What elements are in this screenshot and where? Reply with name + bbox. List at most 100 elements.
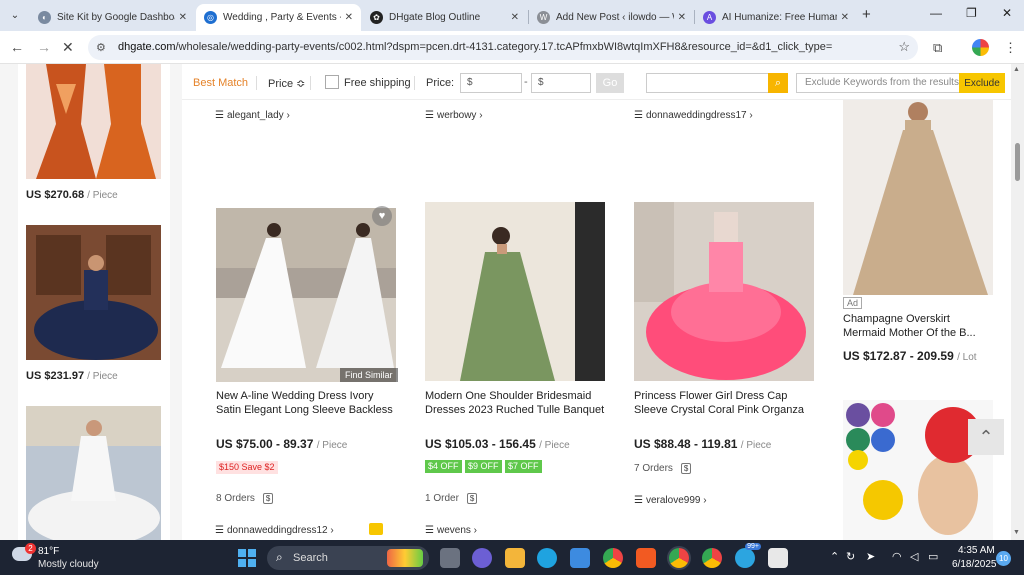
- product-title[interactable]: Princess Flower Girl Dress Cap Sleeve Cr…: [634, 389, 819, 417]
- chrome-icon[interactable]: [603, 548, 623, 568]
- product-thumbnail-navy-quinceanera[interactable]: [26, 225, 161, 360]
- taskbar-search[interactable]: ⌕ Search: [267, 546, 429, 570]
- exclude-button[interactable]: Exclude: [959, 73, 1005, 93]
- file-explorer-icon[interactable]: [505, 548, 525, 568]
- new-tab-button[interactable]: +: [862, 6, 871, 23]
- tab-dhgate[interactable]: ◎ Wedding , Party & Events - D ✕: [196, 4, 361, 31]
- product-thumbnail-white-ballgown[interactable]: [26, 406, 161, 540]
- notepad-icon[interactable]: [768, 548, 788, 568]
- ad-badge: Ad: [843, 297, 863, 309]
- sitekit-icon: ◐: [38, 11, 51, 24]
- battery-icon[interactable]: ▭: [928, 550, 938, 563]
- sync-icon[interactable]: ↻: [846, 550, 855, 563]
- store-link[interactable]: ☰ donnaweddingdress17 ›: [634, 110, 753, 121]
- store-name: donnaweddingdress12: [226, 525, 328, 536]
- clock-date: 6/18/2025: [952, 559, 997, 570]
- wifi-icon[interactable]: ◠: [892, 550, 902, 563]
- telegram-icon[interactable]: 99+: [735, 543, 761, 568]
- task-view-icon[interactable]: [440, 548, 460, 568]
- ad-title[interactable]: Champagne Overskirt Mermaid Mother Of th…: [843, 312, 993, 340]
- close-icon[interactable]: ✕: [678, 12, 686, 23]
- product-title[interactable]: Modern One Shoulder Bridesmaid Dresses 2…: [425, 389, 610, 417]
- store-link[interactable]: ☰ werbowy ›: [425, 110, 483, 121]
- free-shipping-label: Free shipping: [344, 77, 411, 89]
- product-thumbnail-orange-gown[interactable]: [26, 64, 161, 179]
- product-image-pink-flower-girl[interactable]: [634, 202, 814, 381]
- restore-button[interactable]: ❐: [966, 6, 977, 20]
- close-window-button[interactable]: ✕: [1002, 6, 1012, 20]
- best-match-sort[interactable]: Best Match: [193, 77, 248, 89]
- tab-chatgpt[interactable]: ✿ DHgate Blog Outline ✕: [362, 4, 527, 31]
- minimize-button[interactable]: —: [930, 6, 942, 20]
- product-title[interactable]: New A-line Wedding Dress Ivory Satin Ele…: [216, 389, 396, 417]
- chevron-right-icon: ›: [286, 110, 290, 121]
- url-path: /wholesale/wedding-party-events/c002.htm…: [175, 41, 833, 53]
- store-link[interactable]: ☰ donnaweddingdress12 ›: [215, 525, 334, 536]
- keyword-search-input[interactable]: [646, 73, 770, 93]
- profile-avatar[interactable]: [972, 39, 989, 56]
- page-scrollbar[interactable]: [1011, 64, 1024, 540]
- clock-time[interactable]: 4:35 AM: [958, 545, 995, 556]
- store-link[interactable]: ☰ veralove999 ›: [634, 495, 707, 506]
- weather-temp[interactable]: 81°F: [38, 546, 59, 557]
- search-icon[interactable]: ⌕: [768, 73, 788, 93]
- ad-image-champagne-gown[interactable]: [843, 100, 993, 295]
- coupon-tag[interactable]: $4 OFF: [425, 460, 462, 473]
- close-icon[interactable]: ✕: [345, 12, 353, 23]
- chrome-active-icon[interactable]: [669, 548, 689, 568]
- edge-icon[interactable]: [537, 548, 557, 568]
- chat-icon[interactable]: [369, 523, 383, 535]
- scroll-down-arrow-icon[interactable]: ▼: [1013, 529, 1020, 536]
- close-icon[interactable]: ✕: [511, 12, 519, 23]
- product-price: US $75.00 - 89.37 / Piece: [216, 437, 348, 451]
- store-link[interactable]: ☰ wevens ›: [425, 525, 477, 536]
- price-sort[interactable]: Price ≎: [268, 77, 305, 90]
- tab-search-button[interactable]: ⌄: [4, 4, 26, 26]
- brave-icon[interactable]: [636, 548, 656, 568]
- product-image-aline-wedding[interactable]: [216, 208, 396, 382]
- wishlist-heart-icon[interactable]: ♥: [372, 206, 392, 226]
- coupon-tag[interactable]: $7 OFF: [505, 460, 542, 473]
- product-image-green-bridesmaid[interactable]: [425, 202, 605, 381]
- notification-badge[interactable]: 10: [996, 551, 1011, 566]
- sort-arrows-icon: ≎: [296, 78, 306, 90]
- coupon-tag[interactable]: $9 OFF: [465, 460, 502, 473]
- order-count: 7 Orders $: [634, 463, 692, 474]
- menu-kebab-icon[interactable]: ⋮: [1004, 40, 1017, 56]
- price-go-button[interactable]: Go: [596, 73, 624, 93]
- exclude-keywords-input[interactable]: Exclude Keywords from the results: [796, 73, 960, 93]
- dollar-badge-icon: $: [262, 493, 274, 504]
- back-to-top-button[interactable]: ⌃: [968, 419, 1004, 455]
- find-similar-button[interactable]: Find Similar: [340, 368, 398, 382]
- store-link[interactable]: ☰ alegant_lady ›: [215, 110, 290, 121]
- page-content: US $270.68 / Piece US $231.97 / Piece Be…: [0, 64, 1024, 540]
- scroll-up-arrow-icon[interactable]: ▲: [1013, 66, 1020, 73]
- max-price-input[interactable]: $: [531, 73, 591, 93]
- teams-icon[interactable]: [472, 548, 492, 568]
- extensions-icon[interactable]: ⧉: [933, 40, 942, 56]
- close-icon[interactable]: ✕: [841, 12, 849, 23]
- store-icon: ☰: [425, 525, 434, 536]
- search-highlight-icon: [387, 549, 423, 567]
- windows-start-icon[interactable]: [238, 549, 256, 567]
- chrome-profile-icon[interactable]: [702, 548, 722, 568]
- site-info-icon[interactable]: ⚙: [96, 41, 106, 54]
- forward-button[interactable]: →: [37, 39, 51, 55]
- tab-wordpress[interactable]: W Add New Post ‹ ilowdo — W ✕: [529, 4, 694, 31]
- store-icon: ☰: [215, 110, 224, 121]
- scrollbar-thumb[interactable]: [1015, 143, 1020, 181]
- stop-button[interactable]: ✕: [62, 39, 74, 56]
- close-icon[interactable]: ✕: [179, 12, 187, 23]
- microsoft-store-icon[interactable]: [570, 548, 590, 568]
- bookmark-star-icon[interactable]: ☆: [898, 39, 910, 55]
- coupon-tag[interactable]: $150 Save $2: [216, 461, 278, 474]
- address-bar[interactable]: ⚙ dhgate.com/wholesale/wedding-party-eve…: [88, 35, 918, 60]
- send-icon[interactable]: ➤: [866, 550, 875, 563]
- volume-icon[interactable]: ◁: [910, 550, 918, 563]
- chevron-up-icon[interactable]: ⌃: [830, 550, 839, 563]
- tab-sitekit[interactable]: ◐ Site Kit by Google Dashboard ✕: [30, 4, 195, 31]
- tab-ai-humanize[interactable]: A AI Humanize: Free Humaniz ✕: [695, 4, 857, 31]
- free-shipping-checkbox[interactable]: [325, 75, 339, 89]
- back-button[interactable]: ←: [10, 39, 24, 55]
- min-price-input[interactable]: $: [460, 73, 522, 93]
